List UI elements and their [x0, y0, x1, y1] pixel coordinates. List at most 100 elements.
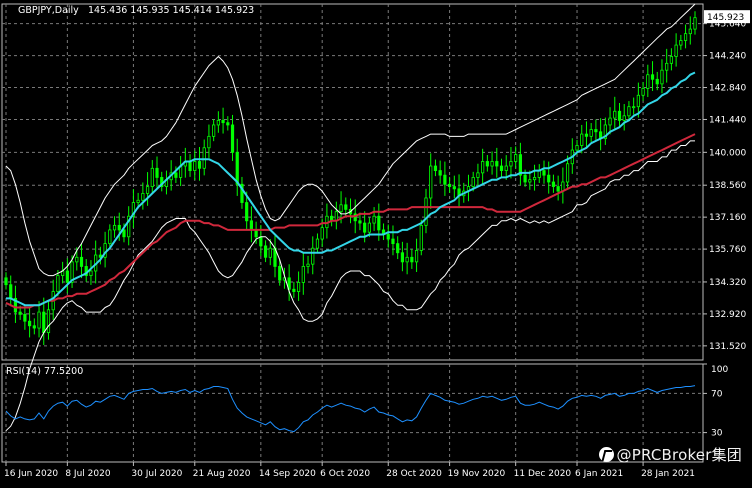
- candle-body: [537, 170, 541, 178]
- chart-symbol: GBPJPY,Daily: [18, 5, 79, 16]
- candle-body: [683, 33, 688, 41]
- candle-body: [424, 197, 428, 226]
- candle-body: [46, 309, 51, 334]
- candle: [27, 307, 32, 338]
- candle-body: [636, 94, 640, 108]
- candle: [301, 251, 305, 295]
- candle-body: [301, 266, 305, 283]
- candle: [693, 11, 697, 35]
- candle-body: [405, 256, 409, 263]
- candle-body: [693, 17, 697, 30]
- candle-body: [622, 115, 626, 121]
- candle-body: [514, 154, 518, 162]
- candle-body: [150, 167, 154, 187]
- candle-body: [372, 215, 376, 224]
- candle: [424, 188, 428, 234]
- candle: [509, 146, 513, 179]
- candle-body: [471, 177, 475, 187]
- candle-body: [9, 284, 13, 299]
- candle: [561, 167, 565, 204]
- candle: [287, 264, 291, 301]
- rsi-y-tick-label: 70: [711, 389, 723, 399]
- candle: [683, 24, 688, 49]
- y-tick-label: 131.520: [709, 342, 746, 352]
- candle-body: [556, 186, 560, 192]
- candle-body: [660, 69, 664, 85]
- candle-body: [268, 247, 272, 258]
- candle-body: [650, 74, 655, 80]
- candle-body: [547, 174, 551, 183]
- candle: [608, 107, 612, 135]
- broker-logo-icon: [598, 447, 614, 462]
- candle: [613, 96, 617, 131]
- candle-body: [665, 62, 669, 71]
- candle: [660, 59, 664, 94]
- candle: [396, 236, 400, 260]
- candle-body: [221, 119, 225, 124]
- candle: [202, 139, 206, 176]
- candle: [542, 160, 546, 184]
- last-price-label: 145.923: [707, 13, 744, 23]
- candle-body: [580, 133, 584, 146]
- candle-body: [155, 167, 159, 178]
- candle: [603, 117, 607, 145]
- candle: [235, 138, 239, 196]
- candle-body: [363, 222, 367, 233]
- candle-body: [410, 256, 414, 263]
- candle-body: [23, 313, 27, 322]
- candle-body: [117, 224, 121, 231]
- candle: [155, 156, 159, 188]
- candle: [490, 151, 494, 175]
- candle: [414, 238, 419, 272]
- candle: [485, 154, 489, 172]
- candle-body: [400, 252, 405, 263]
- y-tick-label: 138.560: [709, 181, 746, 191]
- watermark-text: @PRCBroker集团: [616, 446, 742, 464]
- candle-body: [575, 145, 579, 151]
- candle-body: [528, 179, 532, 183]
- candle: [249, 206, 253, 243]
- candle: [594, 119, 598, 141]
- candle: [306, 255, 310, 274]
- candle: [646, 64, 650, 98]
- candle: [150, 160, 154, 194]
- x-tick-label: 6 Oct 2020: [320, 469, 370, 479]
- candle-body: [75, 256, 79, 263]
- candle: [226, 116, 230, 131]
- candle-body: [212, 124, 216, 137]
- candle: [532, 164, 537, 191]
- x-tick-label: 30 Jul 2020: [131, 469, 182, 479]
- candle: [127, 206, 131, 246]
- candle-body: [679, 40, 683, 46]
- candle: [386, 224, 390, 248]
- candle-body: [42, 311, 46, 334]
- candle: [669, 48, 674, 71]
- candle-body: [197, 161, 202, 169]
- candle: [627, 101, 631, 121]
- candle-body: [627, 106, 631, 117]
- candle: [650, 61, 655, 91]
- candle-body: [358, 220, 362, 224]
- candle: [4, 272, 8, 290]
- candle: [372, 207, 376, 231]
- candle: [679, 34, 683, 50]
- y-tick-label: 141.440: [709, 115, 746, 125]
- y-tick-label: 134.320: [709, 278, 746, 288]
- candle-body: [669, 56, 674, 64]
- y-tick-label: 142.840: [709, 84, 746, 94]
- candle: [499, 158, 504, 177]
- candle-body: [419, 224, 423, 251]
- rsi-y-tick-label: 30: [711, 429, 723, 439]
- candle-body: [674, 44, 678, 57]
- candle: [622, 104, 626, 131]
- candle-body: [613, 110, 617, 119]
- candle: [547, 161, 551, 194]
- candle-body: [688, 28, 692, 35]
- candle-body: [367, 222, 371, 233]
- bollinger-lower: [5, 140, 695, 432]
- candle-body: [18, 311, 22, 315]
- candle: [551, 174, 556, 193]
- candle-body: [320, 227, 324, 240]
- y-tick-label: 140.000: [709, 148, 746, 158]
- candle: [212, 119, 216, 142]
